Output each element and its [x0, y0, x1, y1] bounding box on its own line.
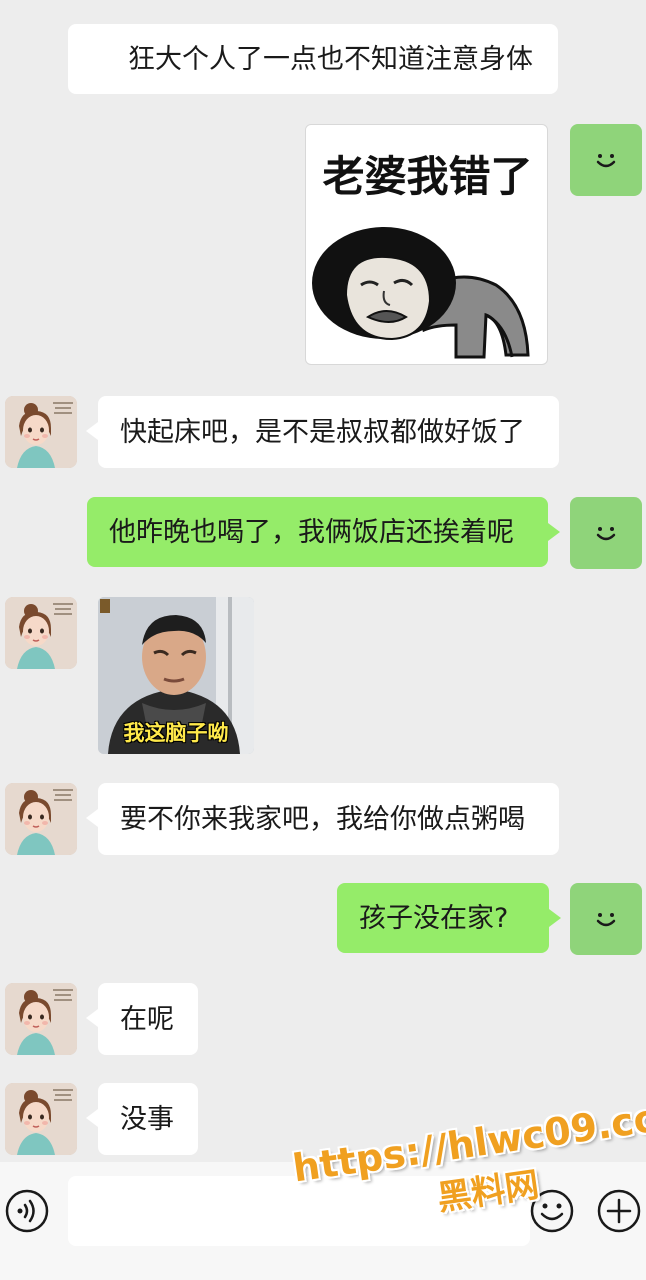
message-bubble-outgoing[interactable]: 他昨晚也喝了，我俩饭店还挨着呢 [87, 497, 560, 567]
message-text: 快起床吧，是不是叔叔都做好饭了 [120, 416, 525, 448]
smiley-avatar-icon [590, 517, 622, 549]
contact-avatar[interactable] [5, 783, 77, 855]
self-avatar[interactable] [570, 124, 642, 196]
sticker-message-outgoing[interactable]: 老婆我错了 [305, 124, 548, 365]
contact-avatar[interactable] [5, 396, 77, 468]
message-text: 他昨晚也喝了，我俩饭店还挨着呢 [109, 516, 514, 548]
chat-area[interactable]: 狂大个人了一点也不知道注意身体 老婆我错了 快起床吧，是不是叔叔都做好饭了 他昨… [0, 0, 646, 1162]
sticker-image [312, 227, 530, 359]
message-bubble-incoming[interactable]: 狂大个人了一点也不知道注意身体 [68, 24, 558, 94]
self-avatar[interactable] [570, 883, 642, 955]
contact-avatar[interactable] [5, 597, 77, 669]
voice-button[interactable] [4, 1188, 50, 1234]
sticker-message-incoming[interactable]: 我这脑子呦 [98, 597, 254, 754]
contact-avatar[interactable] [5, 1083, 77, 1155]
message-text: 要不你来我家吧，我给你做点粥喝 [120, 803, 525, 835]
smiley-avatar-icon [590, 903, 622, 935]
smiley-avatar-icon [590, 144, 622, 176]
self-avatar[interactable] [570, 497, 642, 569]
message-bubble-outgoing[interactable]: 孩子没在家? [337, 883, 561, 953]
message-text: 孩子没在家? [359, 902, 509, 934]
message-text: 没事 [120, 1103, 174, 1135]
message-bubble-incoming[interactable]: 快起床吧，是不是叔叔都做好饭了 [86, 396, 559, 468]
message-text: 狂大个人了一点也不知道注意身体 [128, 43, 533, 75]
message-text: 在呢 [120, 1003, 174, 1035]
voice-icon [5, 1189, 49, 1233]
contact-avatar[interactable] [5, 983, 77, 1055]
message-bubble-incoming[interactable]: 没事 [86, 1083, 198, 1155]
message-bubble-incoming[interactable]: 在呢 [86, 983, 198, 1055]
sticker-caption: 我这脑子呦 [123, 721, 229, 745]
message-bubble-incoming[interactable]: 要不你来我家吧，我给你做点粥喝 [86, 783, 559, 855]
